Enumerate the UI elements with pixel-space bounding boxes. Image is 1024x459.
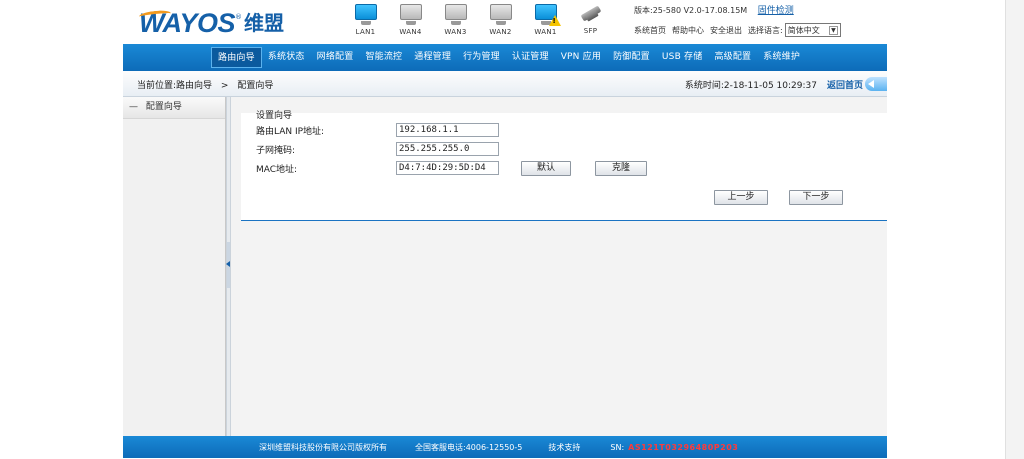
header: WAYOS ® 维盟 LAN1 WAN4 WAN3 WAN2 ! WAN1 SF… — [123, 0, 887, 44]
logout-link[interactable]: 安全退出 — [710, 25, 742, 36]
subnet-row: 子网掩码: 255.255.255.0 — [256, 142, 499, 156]
router-admin-page: WAYOS ® 维盟 LAN1 WAN4 WAN3 WAN2 ! WAN1 SF… — [0, 0, 1024, 459]
nav-item-usb-storage[interactable]: USB 存储 — [656, 47, 709, 68]
sfp-connector-icon — [578, 4, 604, 24]
nav-item-vpn[interactable]: VPN 应用 — [555, 47, 607, 68]
nav-item-router-wizard[interactable]: 路由向导 — [211, 47, 262, 68]
port-wan2[interactable]: WAN2 — [478, 4, 523, 36]
firmware-check-link[interactable]: 固件检测 — [758, 6, 794, 16]
version-row: 版本:25-580 V2.0-17.08.15M 固件检测 — [634, 5, 884, 17]
system-time: 系统时间:2-18-11-05 10:29:37 — [684, 80, 817, 91]
breadcrumb-bar: 当前位置:路由向导 > 配置向导 系统时间:2-18-11-05 10:29:3… — [123, 71, 887, 97]
subnet-label: 子网掩码: — [256, 145, 296, 156]
prev-step-button[interactable]: 上一步 — [714, 190, 768, 205]
subnet-mask-input[interactable]: 255.255.255.0 — [396, 142, 499, 156]
logo-registered: ® — [235, 13, 243, 21]
header-links: 系统首页 帮助中心 安全退出 选择语言: 简体中文 ▼ — [634, 23, 884, 37]
sidebar: — 配置向导 — [123, 97, 226, 436]
nav-item-defense[interactable]: 防御配置 — [607, 47, 656, 68]
next-step-button[interactable]: 下一步 — [789, 190, 843, 205]
port-label: WAN2 — [489, 28, 512, 36]
main-nav: 路由向导 系统状态 网络配置 智能流控 通程管理 行为管理 认证管理 VPN 应… — [123, 44, 887, 71]
footer: 深圳维盟科技股份有限公司版权所有 全国客服电话:4006-12550-5 技术支… — [123, 436, 887, 458]
port-sfp[interactable]: SFP — [568, 4, 613, 36]
mac-row: MAC地址: D4:7:4D:29:5D:D4 默认 克隆 — [256, 160, 647, 176]
monitor-stand — [450, 21, 461, 25]
copyright-text: 深圳维盟科技股份有限公司版权所有 — [259, 442, 387, 452]
nav-item-auth-mgmt[interactable]: 认证管理 — [506, 47, 555, 68]
port-status-bar: LAN1 WAN4 WAN3 WAN2 ! WAN1 SFP — [343, 4, 613, 36]
breadcrumb-parent: 当前位置:路由向导 — [137, 81, 213, 91]
port-wan3[interactable]: WAN3 — [433, 4, 478, 36]
serial-number: AS121T03296480P203 — [628, 442, 739, 452]
port-label: WAN1 — [534, 28, 557, 36]
nav-item-behavior-mgmt[interactable]: 行为管理 — [457, 47, 506, 68]
monitor-stand — [495, 21, 506, 25]
logo-chinese: 维盟 — [244, 11, 285, 35]
breadcrumb: 当前位置:路由向导 > 配置向导 — [137, 78, 273, 91]
port-label: WAN3 — [444, 28, 467, 36]
help-link[interactable]: 帮助中心 — [672, 25, 704, 36]
home-link[interactable]: 系统首页 — [634, 25, 666, 36]
collapse-sidebar-handle[interactable] — [226, 242, 230, 288]
breadcrumb-separator: > — [220, 81, 229, 91]
mac-label: MAC地址: — [256, 164, 298, 175]
port-wan4[interactable]: WAN4 — [388, 4, 433, 36]
lan-ip-row: 路由LAN IP地址: 192.168.1.1 — [256, 123, 499, 137]
chevron-down-icon: ▼ — [829, 25, 838, 35]
monitor-icon — [399, 4, 422, 20]
collapse-icon: — — [129, 102, 138, 112]
sidebar-item-label: 配置向导 — [145, 102, 182, 112]
sidebar-item-config-wizard[interactable]: — 配置向导 — [123, 97, 225, 119]
monitor-icon — [444, 4, 467, 20]
monitor-icon — [534, 4, 561, 26]
monitor-icon — [354, 4, 377, 20]
port-lan1[interactable]: LAN1 — [343, 4, 388, 36]
default-mac-button[interactable]: 默认 — [521, 160, 571, 176]
brand-logo: WAYOS ® 维盟 — [138, 9, 285, 37]
main-content: 设置向导 路由LAN IP地址: 192.168.1.1 子网掩码: 255.2… — [231, 97, 887, 436]
clone-mac-button[interactable]: 克隆 — [595, 160, 647, 176]
monitor-stand — [405, 21, 416, 25]
nav-item-maintenance[interactable]: 系统维护 — [757, 47, 806, 68]
nav-item-network-config[interactable]: 网络配置 — [311, 47, 360, 68]
language-selected-value: 简体中文 — [787, 25, 820, 35]
nav-item-remote-mgmt[interactable]: 通程管理 — [408, 47, 457, 68]
port-label: WAN4 — [399, 28, 422, 36]
panel-title: 设置向导 — [256, 111, 293, 121]
port-wan1[interactable]: WAN1 — [523, 4, 568, 36]
breadcrumb-right: 系统时间:2-18-11-05 10:29:37 返回首页 — [685, 77, 887, 91]
wizard-panel: 设置向导 路由LAN IP地址: 192.168.1.1 子网掩码: 255.2… — [241, 111, 887, 221]
nav-item-system-status[interactable]: 系统状态 — [262, 47, 311, 68]
mac-address-input[interactable]: D4:7:4D:29:5D:D4 — [396, 161, 499, 175]
tech-support-link[interactable]: 技术支持 — [548, 442, 580, 453]
monitor-stand — [360, 21, 371, 25]
monitor-icon — [489, 4, 512, 20]
breadcrumb-current: 配置向导 — [237, 81, 274, 91]
back-home-link[interactable]: 返回首页 — [827, 78, 863, 91]
nav-item-smart-qos[interactable]: 智能流控 — [359, 47, 408, 68]
language-label: 选择语言: — [748, 25, 783, 35]
lan-ip-input[interactable]: 192.168.1.1 — [396, 123, 499, 137]
port-label: LAN1 — [355, 28, 376, 36]
port-label: SFP — [583, 27, 598, 35]
warning-icon — [548, 15, 561, 26]
language-select[interactable]: 简体中文 ▼ — [784, 23, 841, 37]
lan-ip-label: 路由LAN IP地址: — [256, 126, 325, 137]
window-right-edge — [1005, 0, 1024, 459]
nav-item-advanced[interactable]: 高级配置 — [708, 47, 757, 68]
sn-label: SN: — [610, 442, 625, 452]
back-arrow-icon[interactable] — [865, 77, 887, 91]
header-right: 版本:25-580 V2.0-17.08.15M 固件检测 系统首页 帮助中心 … — [634, 5, 884, 37]
firmware-version: 版本:25-580 V2.0-17.08.15M — [634, 6, 748, 15]
hotline-text: 全国客服电话:4006-12550-5 — [415, 442, 523, 452]
